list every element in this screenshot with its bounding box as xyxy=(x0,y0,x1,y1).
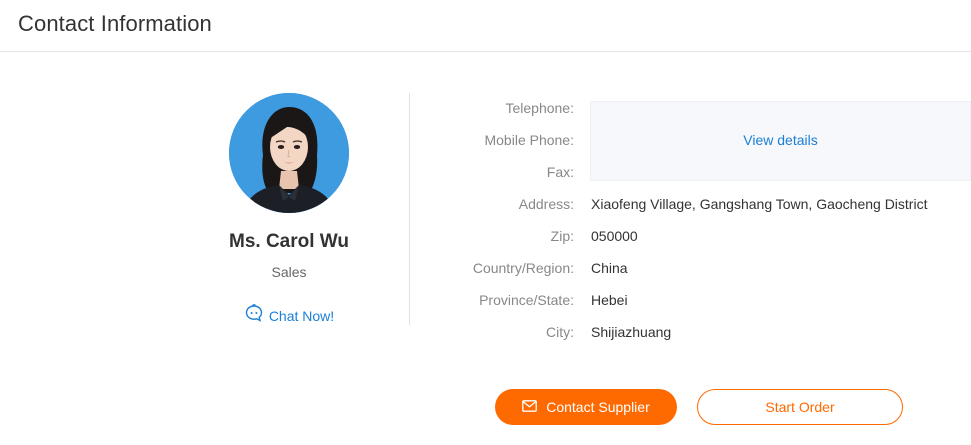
mobile-phone-label: Mobile Phone: xyxy=(484,132,574,148)
city-value: Shijiazhuang xyxy=(591,324,672,340)
country-region-label: Country/Region: xyxy=(472,260,574,276)
address-value: Xiaofeng Village, Gangshang Town, Gaoche… xyxy=(591,196,928,212)
address-label: Address: xyxy=(518,196,574,212)
avatar-portrait-image xyxy=(229,93,349,213)
zip-label: Zip: xyxy=(550,228,574,244)
province-state-value: Hebei xyxy=(591,292,628,308)
fax-label: Fax: xyxy=(546,164,574,180)
vertical-divider xyxy=(409,93,410,325)
city-label: City: xyxy=(546,324,574,340)
country-region-value: China xyxy=(591,260,628,276)
start-order-label: Start Order xyxy=(765,399,835,415)
start-order-button[interactable]: Start Order xyxy=(697,389,903,425)
contact-name: Ms. Carol Wu xyxy=(229,231,349,252)
contact-job-title: Sales xyxy=(271,264,307,280)
chat-now-link[interactable]: Chat Now! xyxy=(244,303,334,328)
telephone-label: Telephone: xyxy=(505,100,574,116)
section-title: Contact Information xyxy=(18,11,212,36)
contact-profile: Ms. Carol Wu Sales Chat Now! xyxy=(212,93,366,328)
contact-supplier-label: Contact Supplier xyxy=(546,399,650,415)
zip-value: 050000 xyxy=(591,228,638,244)
envelope-icon xyxy=(522,399,538,415)
phone-details-box: View details xyxy=(590,101,971,181)
chat-bubble-icon xyxy=(244,303,264,328)
section-header: Contact Information xyxy=(0,0,971,52)
contact-supplier-button[interactable]: Contact Supplier xyxy=(495,389,677,425)
province-state-label: Province/State: xyxy=(479,292,574,308)
chat-now-label: Chat Now! xyxy=(268,307,335,324)
avatar xyxy=(229,93,349,213)
view-details-link[interactable]: View details xyxy=(591,132,970,148)
